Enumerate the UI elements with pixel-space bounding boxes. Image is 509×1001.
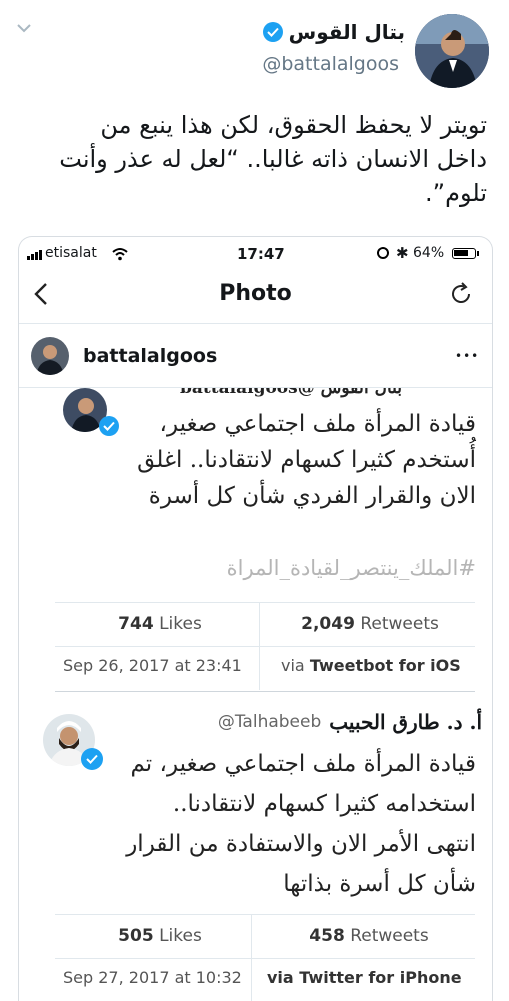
embedded-tweet-line: قيادة المرأة ملف اجتماعي صغير، تم: [130, 751, 477, 777]
refresh-icon[interactable]: [449, 282, 473, 310]
chevron-down-icon[interactable]: [14, 20, 34, 36]
wifi-icon: [112, 246, 128, 265]
embedded-tweet-1: بتال القوس @battalalgoos قيادة المرأة مل…: [19, 388, 492, 692]
bluetooth-icon: ✱: [396, 244, 409, 262]
embedded-tweet-line: شأن كل أسرة بذاتها: [283, 871, 476, 897]
embedded-tweet-line: أُستخدم كثيرا كسهام لانتقادنا.. اغلق: [137, 447, 476, 473]
embedded-handle-2: @Talhabeeb: [217, 712, 322, 732]
status-bar: etisalat 17:47 ✱ 64%: [19, 237, 492, 271]
author-avatar[interactable]: [415, 14, 489, 88]
tweet-text-line: تلوم”.: [425, 179, 487, 207]
embedded-via-1: via Tweetbot for iOS: [281, 656, 461, 675]
author-display-name[interactable]: بتال القوس: [289, 20, 405, 44]
post-username[interactable]: battalalgoos: [83, 345, 217, 367]
embedded-tweet-2: أ. د. طارق الحبيب @Talhabeeb قيادة المرأ…: [19, 692, 492, 1001]
nav-title: Photo: [219, 281, 292, 306]
embedded-tweet-line: انتهى الأمر الان والاستفادة من القرار: [126, 831, 476, 857]
battery-percent: 64%: [413, 245, 445, 261]
rotation-lock-icon: [377, 247, 389, 259]
embedded-name-2: أ. د. طارق الحبيب: [329, 710, 482, 734]
post-avatar[interactable]: [31, 337, 69, 375]
signal-icon: [27, 250, 42, 260]
embedded-tweet-line: قيادة المرأة ملف اجتماعي صغير،: [159, 411, 476, 437]
embedded-likes-2: 505 Likes: [118, 926, 202, 946]
verified-badge-icon: [262, 22, 283, 42]
attached-screenshot[interactable]: etisalat 17:47 ✱ 64% Photo battalalgoos …: [18, 236, 493, 1001]
carrier-label: etisalat: [45, 245, 97, 261]
more-options-icon[interactable]: •••: [455, 349, 479, 363]
embedded-tweet-line: استخدامه كثيرا كسهام لانتقادنا..: [172, 791, 476, 817]
tweet-text-line: تويتر لا يحفظ الحقوق، لكن هذا ينبع من: [100, 111, 487, 139]
battery-icon: [452, 248, 476, 259]
embedded-likes-1: 744 Likes: [118, 614, 202, 634]
embedded-retweets-1: 2,049 Retweets: [301, 614, 439, 634]
embedded-retweets-2: 458 Retweets: [309, 926, 429, 946]
embedded-date-2: Sep 27, 2017 at 10:32: [63, 968, 242, 987]
tweet-text: تويتر لا يحفظ الحقوق، لكن هذا ينبع من دا…: [17, 108, 487, 210]
embedded-date-1: Sep 26, 2017 at 23:41: [63, 656, 242, 675]
tweet-text-line: داخل الانسان ذاته غالبا.. “لعل له عذر وأ…: [59, 145, 487, 173]
clock: 17:47: [237, 245, 285, 263]
embedded-tweet-line: الان والقرار الفردي شأن كل أسرة: [148, 483, 476, 509]
embedded-hashtag: #الملك_ينتصر_لقيادة_المراة: [226, 556, 476, 580]
author-handle[interactable]: @battalalgoos: [262, 53, 399, 75]
embedded-via-2: via Twitter for iPhone: [267, 968, 462, 987]
embedded-header-partial: بتال القوس @battalalgoos: [180, 388, 402, 398]
